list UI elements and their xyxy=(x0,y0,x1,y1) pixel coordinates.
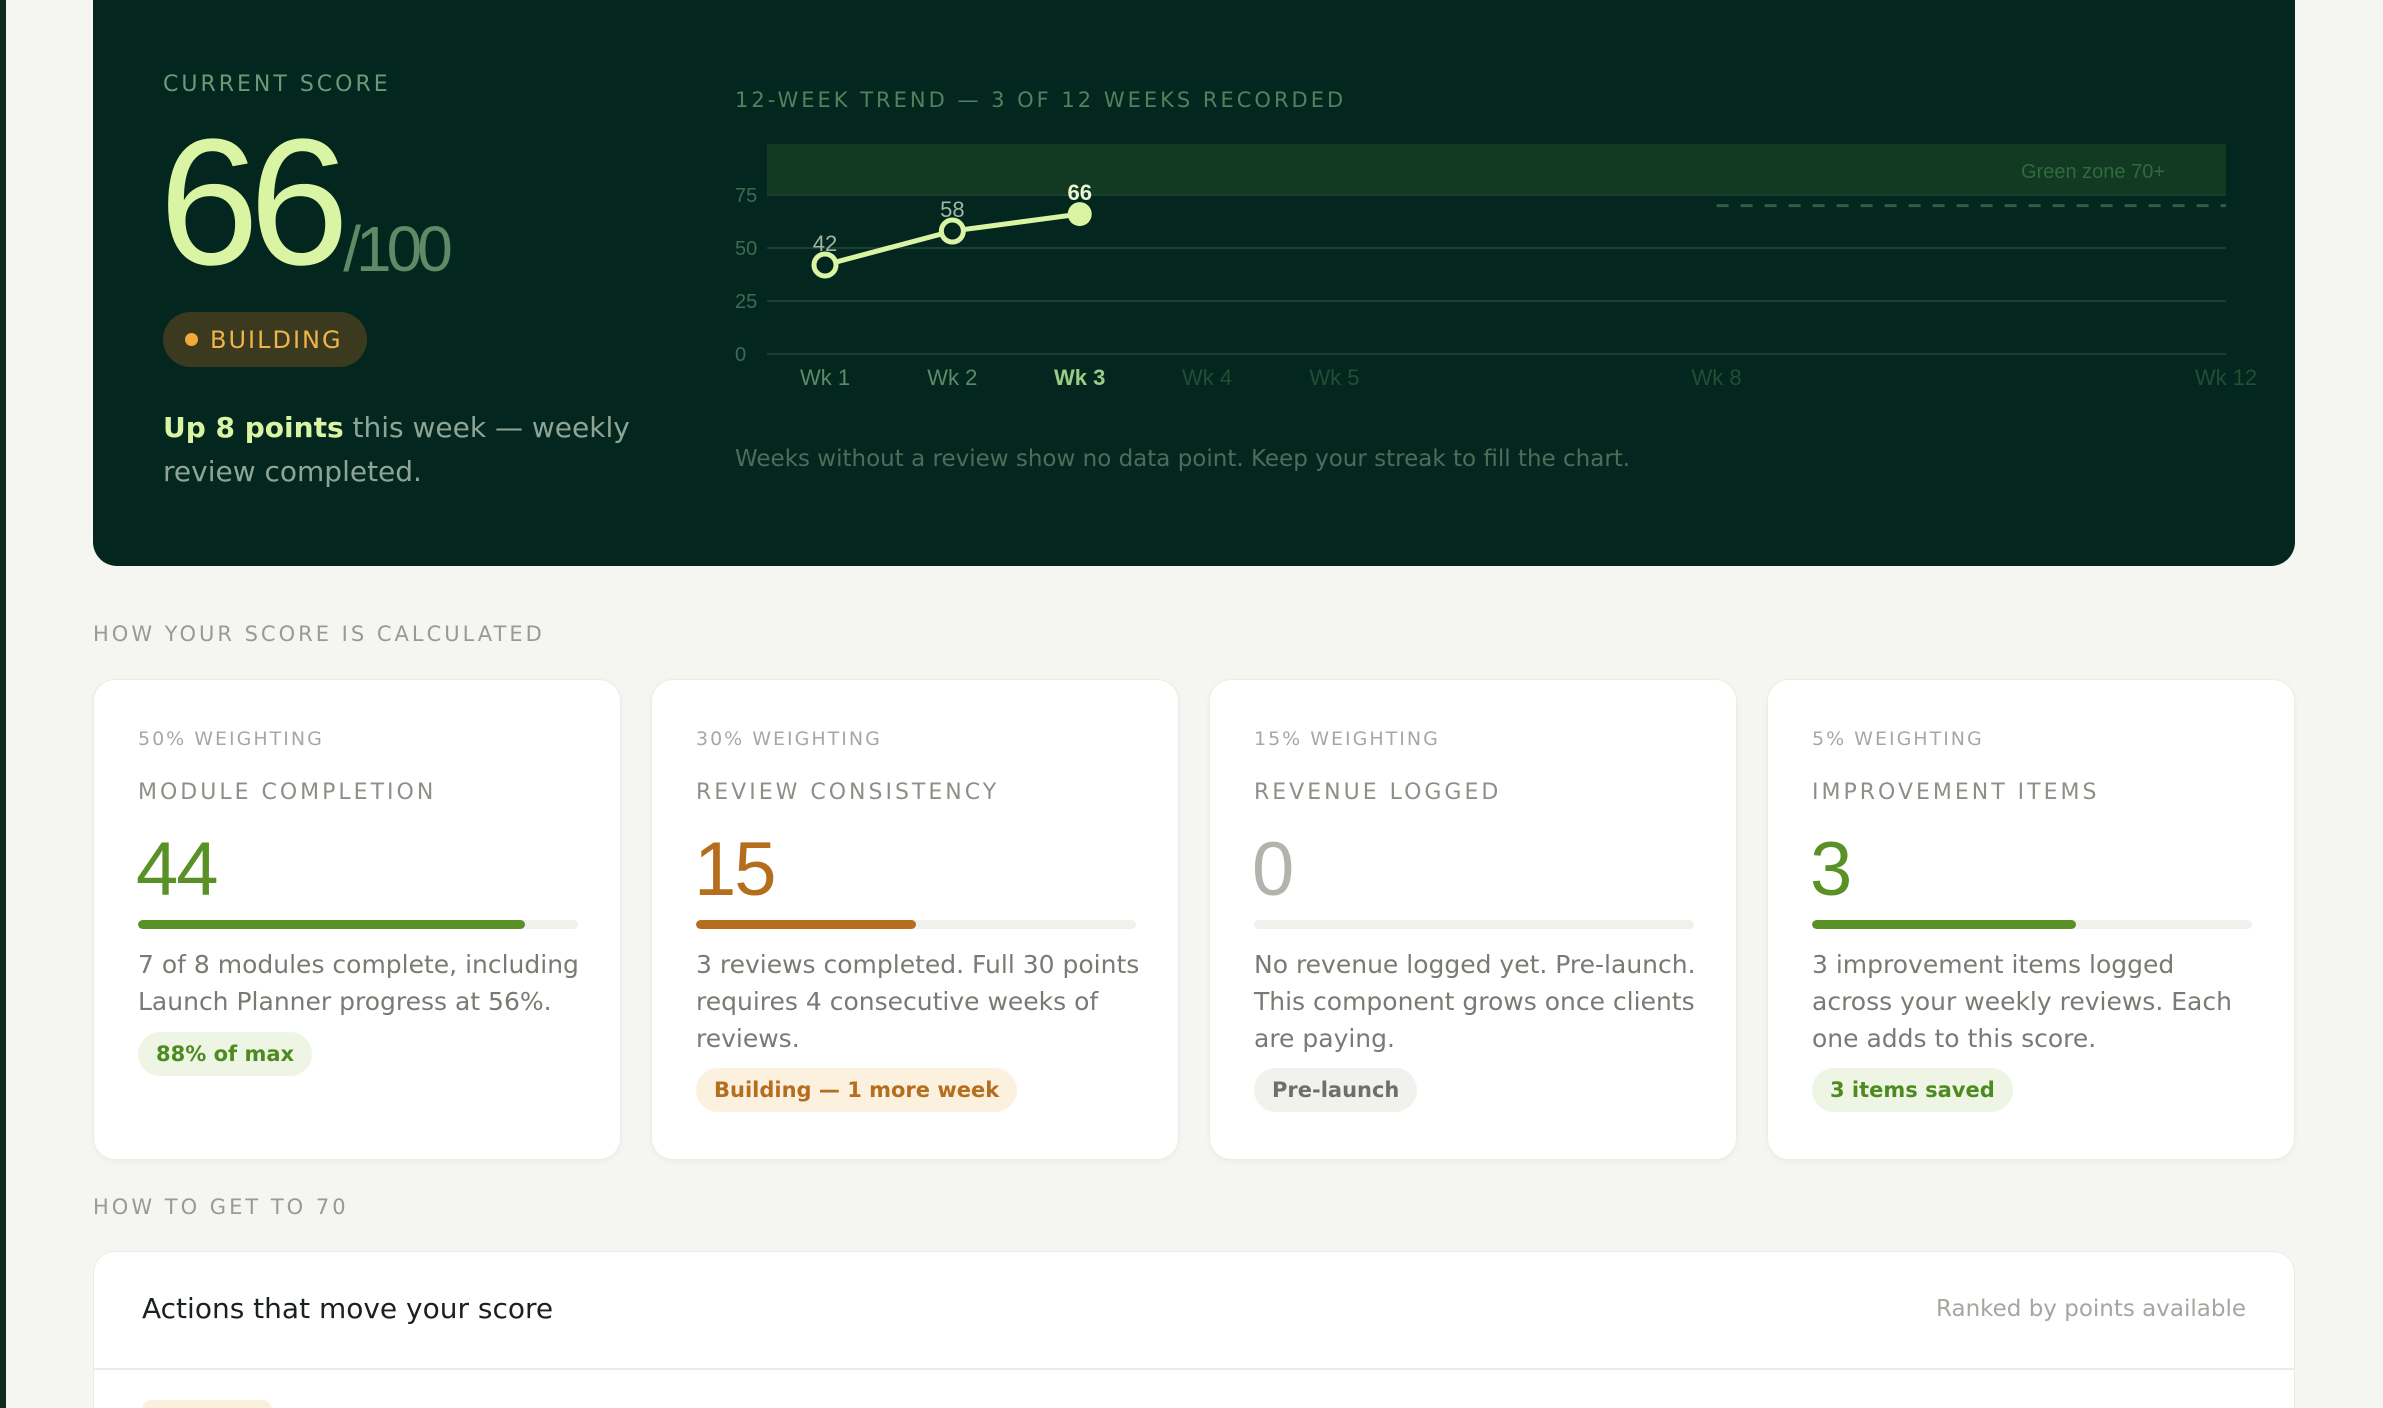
card-weighting: 15% WEIGHTING xyxy=(1254,728,1440,750)
card-progress-bar xyxy=(696,920,1136,929)
card-status-pill: Pre-launch xyxy=(1254,1068,1418,1112)
card-status-pill: Building — 1 more week xyxy=(696,1068,1018,1112)
card-weighting: 50% WEIGHTING xyxy=(138,728,324,750)
card-progress-bar xyxy=(138,920,578,929)
data-label: 58 xyxy=(940,197,964,222)
card-progress-fill xyxy=(1812,920,2076,929)
x-tick-label: Wk 8 xyxy=(1691,365,1741,390)
card-progress-bar xyxy=(1812,920,2252,929)
score-component-card: 50% WEIGHTING MODULE COMPLETION 44 7 of 8 m… xyxy=(93,679,621,1160)
green-zone-label: Green zone 70+ xyxy=(2021,161,2165,183)
trend-chart: Green zone 70+ 0 25 50 75 Wk 1 Wk 2 Wk 3 Wk 4 Wk … xyxy=(735,144,2257,390)
card-title: MODULE COMPLETION xyxy=(138,780,437,805)
data-point xyxy=(811,251,839,279)
card-description: 3 improvement items logged across your w… xyxy=(1812,950,2232,1053)
score-component-card: 5% WEIGHTING IMPROVEMENT ITEMS 3 3 improvem… xyxy=(1767,679,2295,1160)
left-edge xyxy=(0,0,6,1408)
data-point xyxy=(938,217,966,245)
card-title: IMPROVEMENT ITEMS xyxy=(1812,780,2100,805)
card-progress-fill xyxy=(138,920,526,929)
card-progress-fill xyxy=(696,920,916,929)
card-title: REVIEW CONSISTENCY xyxy=(696,780,1000,805)
actions-panel: Actions that move your score Ranked by p… xyxy=(93,1251,2295,1408)
y-tick-label: 0 xyxy=(735,344,746,366)
x-tick-label: Wk 1 xyxy=(800,365,850,390)
card-status-pill: 3 items saved xyxy=(1812,1068,2013,1112)
y-tick-label: 50 xyxy=(735,238,757,260)
actions-title: Actions that move your score xyxy=(142,1292,554,1325)
green-zone-band xyxy=(767,144,2226,196)
card-progress-bar xyxy=(1254,920,1694,929)
data-label: 66 xyxy=(1067,180,1091,205)
score-component-card: 15% WEIGHTING REVENUE LOGGED 0 No revenue l… xyxy=(1209,679,1737,1160)
data-label: 42 xyxy=(813,231,837,256)
x-tick-label: Wk 4 xyxy=(1182,365,1232,390)
card-weighting: 30% WEIGHTING xyxy=(696,728,882,750)
x-tick-label: Wk 3 xyxy=(1054,365,1105,390)
x-tick-label: Wk 2 xyxy=(927,365,977,390)
data-point xyxy=(1067,202,1092,227)
y-tick-label: 25 xyxy=(735,291,757,313)
card-description: 7 of 8 modules complete, including Launc… xyxy=(138,950,579,1016)
card-description: 3 reviews completed. Full 30 points requ… xyxy=(696,950,1140,1053)
card-weighting: 5% WEIGHTING xyxy=(1812,728,1984,750)
card-title: REVENUE LOGGED xyxy=(1254,780,1502,805)
actions-ranking-note: Ranked by points available xyxy=(1936,1296,2246,1322)
calc-section-label: HOW YOUR SCORE IS CALCULATED xyxy=(93,622,545,646)
card-value: 15 xyxy=(694,827,777,912)
card-value: 0 xyxy=(1252,827,1294,912)
x-tick-label: Wk 12 xyxy=(2195,365,2257,390)
action-item-chip xyxy=(142,1400,272,1408)
card-value: 3 xyxy=(1810,827,1852,912)
card-value: 44 xyxy=(136,827,219,912)
actions-divider xyxy=(94,1368,2294,1370)
x-tick-label: Wk 5 xyxy=(1309,365,1359,390)
y-tick-label: 75 xyxy=(735,185,757,207)
path-section-label: HOW TO GET TO 70 xyxy=(93,1195,349,1219)
card-description: No revenue logged yet. Pre-launch. This … xyxy=(1254,950,1696,1053)
card-status-pill: 88% of max xyxy=(138,1032,313,1076)
score-hero-panel: CURRENT SCORE 66 /100 BUILDING Up 8 poin… xyxy=(93,0,2295,566)
score-component-card: 30% WEIGHTING REVIEW CONSISTENCY 15 3 revie… xyxy=(651,679,1179,1160)
chart-note: Weeks without a review show no data poin… xyxy=(735,446,1631,472)
